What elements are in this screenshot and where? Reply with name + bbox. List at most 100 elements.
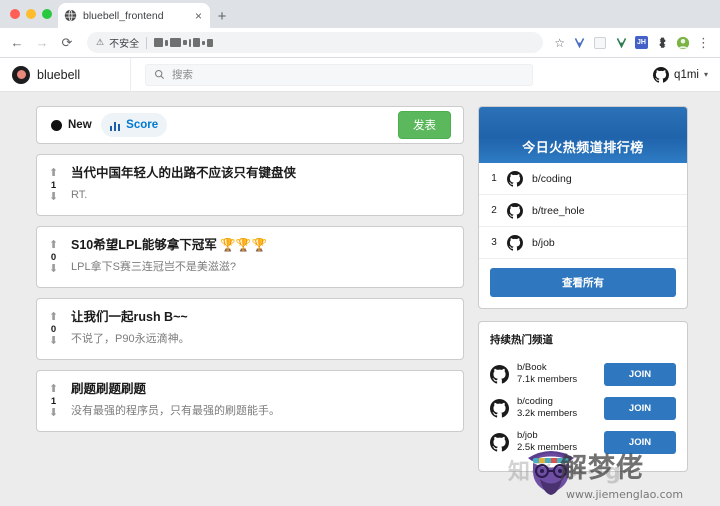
vote-count: 0 [50, 251, 57, 263]
vote-control: ⬆ 0 ⬇ [37, 227, 67, 287]
channel-members: 7.1k members [517, 374, 578, 385]
window-controls [8, 0, 58, 28]
post-content: 刷题刷题刷题 没有最强的程序员，只有最强的刷题能手。 [67, 371, 463, 431]
sort-tab-score[interactable]: Score [100, 113, 168, 137]
ranking-title: 今日火热频道排行榜 [522, 140, 644, 155]
channel-name: b/coding [517, 396, 553, 407]
view-all-button[interactable]: 查看所有 [490, 268, 676, 297]
puzzle-icon[interactable] [655, 36, 669, 50]
globe-icon [64, 9, 77, 22]
channel-members: 3.2k members [517, 408, 578, 419]
sort-tab-new-label: New [68, 119, 92, 131]
downvote-icon[interactable]: ⬇ [49, 407, 58, 418]
search-box[interactable] [145, 63, 533, 86]
ranking-row[interactable]: 1 b/coding [479, 163, 687, 195]
close-tab-icon[interactable]: × [193, 10, 204, 22]
join-button[interactable]: JOIN [604, 396, 676, 420]
post-item[interactable]: ⬆ 0 ⬇ S10希望LPL能够拿下冠军 🏆🏆🏆 LPL拿下S赛三连冠岂不是美滋… [36, 226, 464, 288]
downvote-icon[interactable]: ⬇ [49, 335, 58, 346]
minimize-window-button[interactable] [26, 9, 36, 19]
channel-meta: b/Book 7.1k members [517, 362, 596, 386]
post-text: LPL拿下S赛三连冠岂不是美滋滋? [71, 261, 237, 273]
maximize-window-button[interactable] [42, 9, 52, 19]
github-icon [507, 234, 523, 251]
join-button[interactable]: JOIN [604, 362, 676, 386]
back-button[interactable]: ← [8, 34, 26, 52]
ranking-number: 1 [491, 173, 497, 184]
join-button[interactable]: JOIN [604, 430, 676, 454]
channel-name: b/Book [517, 362, 547, 373]
post-title[interactable]: 当代中国年轻人的出路不应该只有键盘侠 [71, 165, 451, 182]
jh-icon[interactable]: JH [635, 36, 648, 49]
brand[interactable]: bluebell [12, 65, 130, 84]
browser-menu-icon[interactable]: ⋮ [697, 36, 710, 49]
sort-bar: New Score 发表 [36, 106, 464, 144]
downvote-icon[interactable]: ⬇ [49, 191, 58, 202]
post-text: RT. [71, 189, 88, 201]
browser-tab[interactable]: bluebell_frontend × [58, 3, 210, 28]
omnibox-divider [146, 36, 148, 49]
address-bar[interactable]: ⚠ 不安全 [87, 32, 544, 53]
upvote-icon[interactable]: ⬆ [49, 239, 58, 250]
vote-control: ⬆ 0 ⬇ [37, 299, 67, 359]
close-window-button[interactable] [10, 9, 20, 19]
popular-channels-card: 持续热门频道 b/Book 7.1k members JOIN b/coding… [478, 321, 688, 472]
y-icon[interactable] [614, 36, 628, 50]
post-text: 不说了，P90永远滴神。 [71, 333, 190, 345]
post-item[interactable]: ⬆ 0 ⬇ 让我们一起rush B~~ 不说了，P90永远滴神。 [36, 298, 464, 360]
app-header: bluebell q1mi ▾ [0, 57, 720, 92]
profile-avatar-icon[interactable] [676, 36, 690, 50]
vote-control: ⬆ 1 ⬇ [37, 371, 67, 431]
post-content: S10希望LPL能够拿下冠军 🏆🏆🏆 LPL拿下S赛三连冠岂不是美滋滋? [67, 227, 463, 287]
channel-row: b/coding 3.2k members JOIN [490, 391, 676, 425]
channel-name: b/job [517, 430, 538, 441]
sort-tab-new[interactable]: New [49, 113, 101, 137]
upvote-icon[interactable]: ⬆ [49, 311, 58, 322]
post-title[interactable]: 刷题刷题刷题 [71, 381, 451, 398]
post-item[interactable]: ⬆ 1 ⬇ 刷题刷题刷题 没有最强的程序员，只有最强的刷题能手。 [36, 370, 464, 432]
user-menu[interactable]: q1mi ▾ [653, 66, 708, 83]
browser-toolbar: ← → ⟳ ⚠ 不安全 ☆ JH ⋮ [0, 28, 720, 58]
user-name: q1mi [674, 68, 699, 81]
tab-title: bluebell_frontend [83, 9, 164, 22]
ranking-channel-name: b/job [532, 236, 555, 249]
post-text: 没有最强的程序员，只有最强的刷题能手。 [71, 405, 280, 417]
bar-chart-icon [109, 120, 121, 131]
ranking-row[interactable]: 3 b/job [479, 227, 687, 259]
vote-count: 0 [50, 323, 57, 335]
bookmark-star-icon[interactable]: ☆ [554, 36, 565, 50]
channel-row: b/job 2.5k members JOIN [490, 425, 676, 459]
sparkle-icon [51, 119, 62, 131]
v-icon[interactable] [572, 36, 586, 50]
post-title[interactable]: 让我们一起rush B~~ [71, 309, 451, 326]
blank-square-icon[interactable] [593, 36, 607, 50]
github-icon [490, 364, 509, 384]
upvote-icon[interactable]: ⬆ [49, 383, 58, 394]
post-content: 当代中国年轻人的出路不应该只有键盘侠 RT. [67, 155, 463, 215]
tab-strip: bluebell_frontend × + [0, 0, 720, 28]
channel-row: b/Book 7.1k members JOIN [490, 357, 676, 391]
forward-button[interactable]: → [33, 34, 51, 52]
sort-tab-score-label: Score [126, 119, 159, 131]
brand-name: bluebell [37, 67, 81, 82]
downvote-icon[interactable]: ⬇ [49, 263, 58, 274]
extension-icons: JH ⋮ [572, 36, 712, 50]
upvote-icon[interactable]: ⬆ [49, 167, 58, 178]
ranking-header: 今日火热频道排行榜 [479, 107, 687, 163]
reload-button[interactable]: ⟳ [58, 34, 76, 52]
hot-channels-ranking-card: 今日火热频道排行榜 1 b/coding 2 b/tree_hole 3 b/j… [478, 106, 688, 309]
bluebell-logo-icon [12, 65, 30, 84]
new-tab-button[interactable]: + [210, 4, 234, 28]
post-content: 让我们一起rush B~~ 不说了，P90永远滴神。 [67, 299, 463, 359]
chevron-down-icon[interactable]: ▾ [704, 70, 708, 79]
ranking-number: 3 [491, 237, 497, 248]
url-text-redacted[interactable] [154, 37, 214, 48]
ranking-row[interactable]: 2 b/tree_hole [479, 195, 687, 227]
channel-meta: b/coding 3.2k members [517, 396, 596, 420]
search-input[interactable] [172, 68, 524, 81]
post-item[interactable]: ⬆ 1 ⬇ 当代中国年轻人的出路不应该只有键盘侠 RT. [36, 154, 464, 216]
popular-channels-title: 持续热门频道 [490, 334, 553, 346]
github-icon [490, 398, 509, 418]
post-title[interactable]: S10希望LPL能够拿下冠军 🏆🏆🏆 [71, 237, 451, 254]
publish-button[interactable]: 发表 [398, 111, 451, 139]
